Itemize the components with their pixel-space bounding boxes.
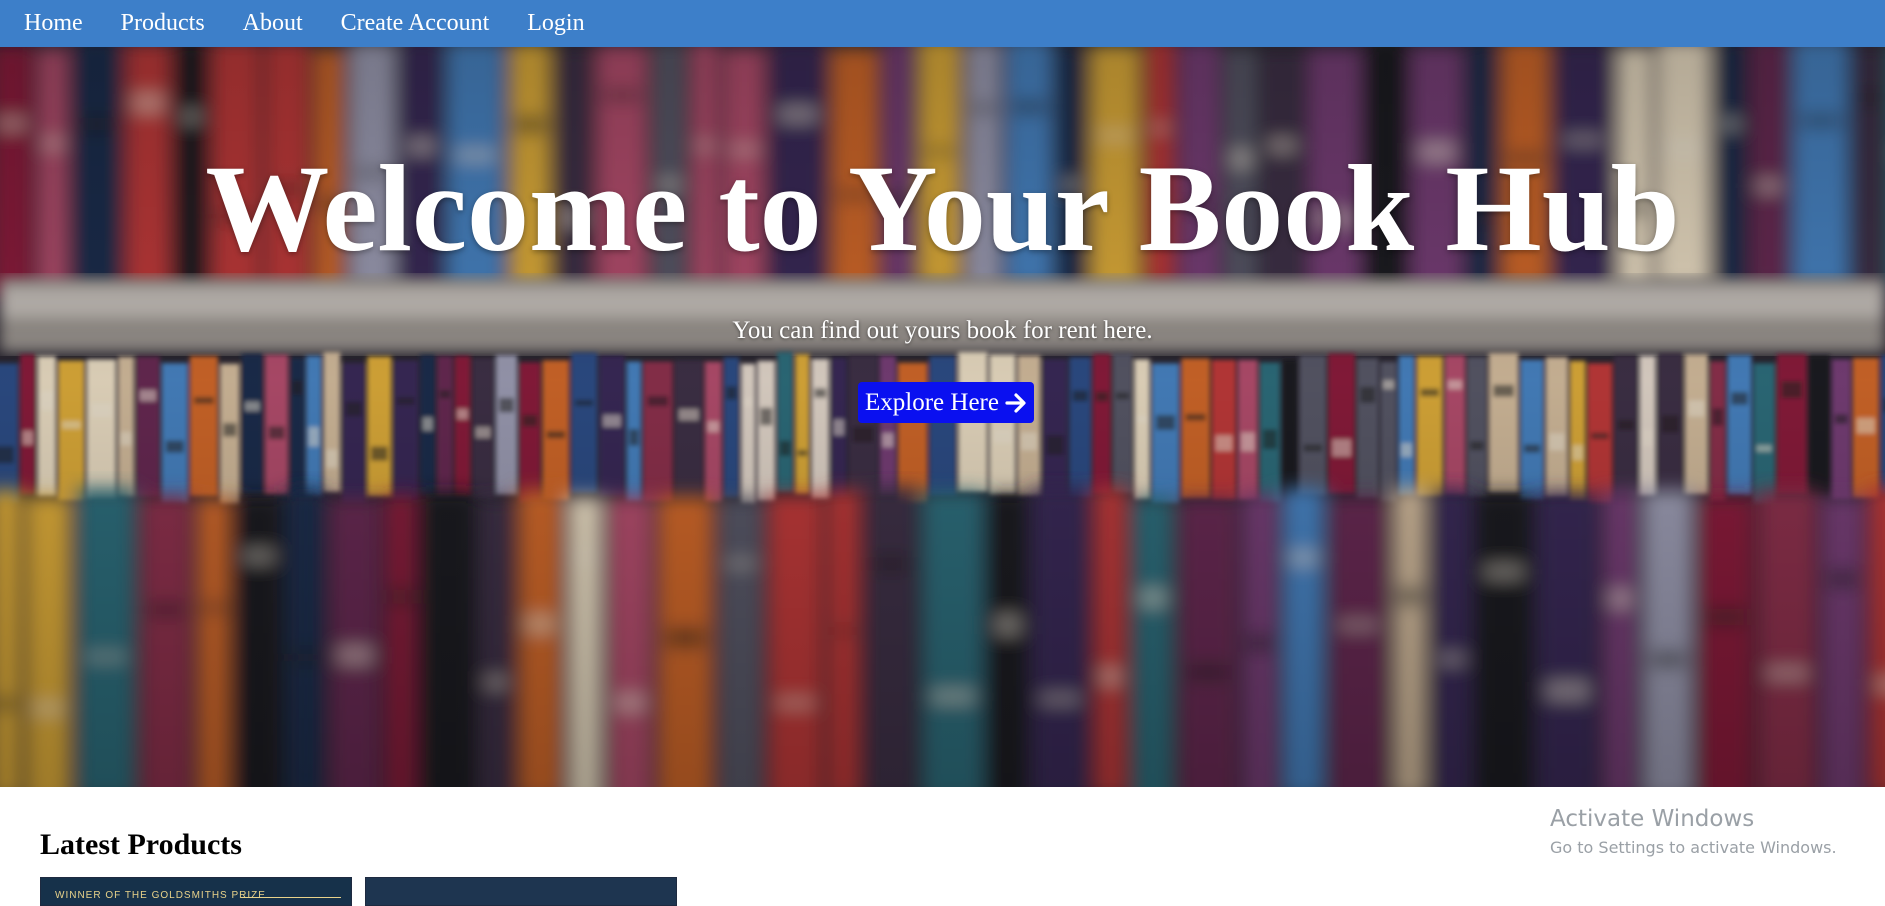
top-navbar: Home Products About Create Account Login xyxy=(0,0,1885,47)
book-cover-rule xyxy=(241,897,341,898)
hero-subtitle: You can find out yours book for rent her… xyxy=(732,317,1153,344)
nav-home-link[interactable]: Home xyxy=(24,10,83,37)
hero-section: Welcome to Your Book Hub You can find ou… xyxy=(0,47,1885,787)
latest-products-heading: Latest Products xyxy=(40,828,242,861)
activate-windows-watermark: Activate Windows Go to Settings to activ… xyxy=(1550,806,1837,857)
nav-products-link[interactable]: Products xyxy=(121,10,205,37)
product-card[interactable] xyxy=(365,877,677,906)
nav-create-account-link[interactable]: Create Account xyxy=(341,10,490,37)
nav-about-link[interactable]: About xyxy=(243,10,303,37)
explore-here-button[interactable]: Explore Here xyxy=(858,382,1034,423)
product-card[interactable]: WINNER OF THE GOLDSMITHS PRIZE xyxy=(40,877,352,906)
hero-title: Welcome to Your Book Hub xyxy=(205,140,1680,277)
arrow-right-icon xyxy=(1005,392,1026,413)
explore-button-label: Explore Here xyxy=(865,388,999,416)
watermark-title: Activate Windows xyxy=(1550,806,1755,832)
nav-login-link[interactable]: Login xyxy=(527,10,584,37)
watermark-subtitle: Go to Settings to activate Windows. xyxy=(1550,837,1837,857)
book-cover-text: WINNER OF THE GOLDSMITHS PRIZE xyxy=(55,890,266,901)
